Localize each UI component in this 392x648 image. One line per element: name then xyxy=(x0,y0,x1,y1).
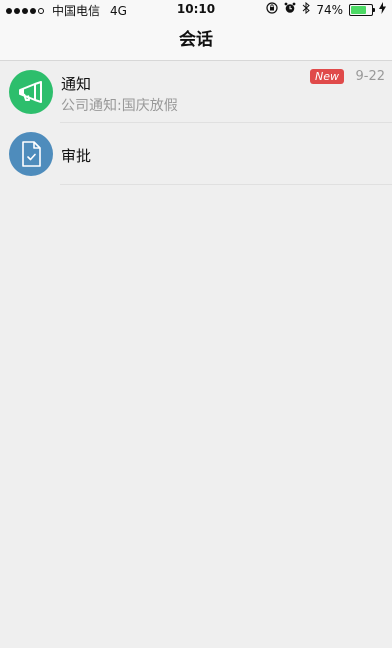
megaphone-icon xyxy=(19,81,42,103)
page-title: 会话 xyxy=(179,30,213,50)
battery-fill xyxy=(351,5,366,14)
conversation-avatar xyxy=(9,70,53,114)
document-check-icon xyxy=(22,141,41,167)
lock-rotation-icon xyxy=(266,2,278,17)
conversation-list: 通知 公司通知:国庆放假 New 9-22 审批 xyxy=(0,61,392,185)
conversation-row-notice[interactable]: 通知 公司通知:国庆放假 New 9-22 xyxy=(0,61,392,123)
conversation-row-approval[interactable]: 审批 xyxy=(0,123,392,185)
conversation-date: 9-22 xyxy=(355,69,385,84)
nav-bar: 会话 xyxy=(0,20,392,61)
bluetooth-icon xyxy=(302,1,311,17)
status-right: 74% xyxy=(266,1,386,17)
row-divider xyxy=(60,184,392,185)
conversation-preview: 公司通知:国庆放假 xyxy=(61,98,178,114)
charging-icon xyxy=(379,2,386,17)
new-badge: New xyxy=(310,69,344,84)
conversation-title: 通知 xyxy=(61,75,92,93)
alarm-icon xyxy=(284,2,296,17)
conversation-title: 审批 xyxy=(61,147,92,165)
status-bar: 中国电信 4G 10:10 74% xyxy=(0,0,392,20)
battery-percent: 74% xyxy=(316,2,343,17)
conversation-avatar xyxy=(9,132,53,176)
battery-icon xyxy=(349,3,375,16)
